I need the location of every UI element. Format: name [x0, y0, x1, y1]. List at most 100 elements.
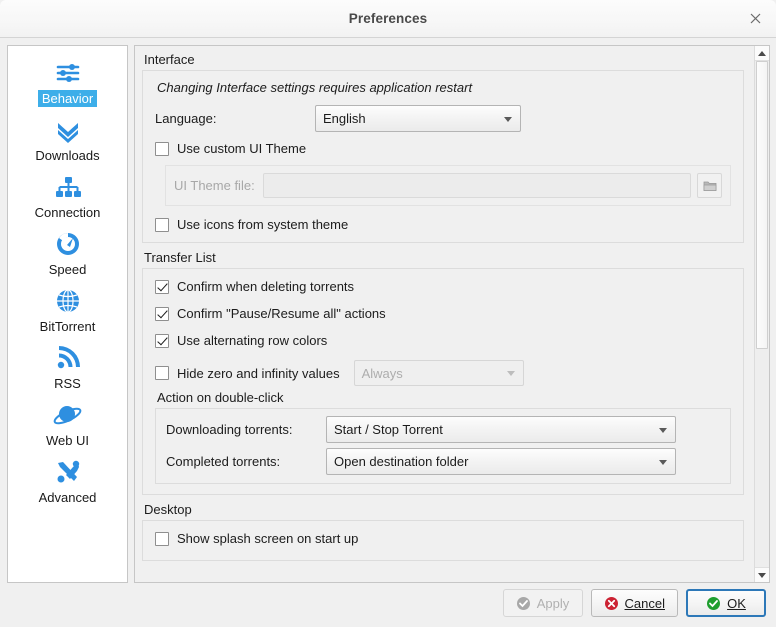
hide-zero-selected-value: Always	[361, 365, 403, 381]
sidebar-item-label: Web UI	[45, 433, 90, 448]
use-system-icons-checkbox[interactable]: Use icons from system theme	[155, 217, 731, 232]
use-custom-theme-checkbox[interactable]: Use custom UI Theme	[155, 141, 731, 156]
transfer-list-group: Transfer List Confirm when deleting torr…	[142, 250, 744, 495]
ok-label: OK	[727, 595, 746, 611]
preferences-dialog: Preferences Behavior Downloads Connectio…	[0, 0, 776, 627]
hide-zero-checkbox[interactable]: Hide zero and infinity values	[155, 366, 340, 381]
completed-torrents-label: Completed torrents:	[166, 454, 281, 469]
checkbox-box	[155, 366, 169, 380]
close-glyph	[750, 13, 760, 24]
hide-zero-row: Hide zero and infinity values Always	[155, 360, 731, 386]
desktop-group-box: Show splash screen on start up	[142, 520, 744, 561]
sidebar-item-downloads[interactable]: Downloads	[8, 111, 127, 168]
scroll-up-glyph	[758, 50, 766, 56]
checkbox-box	[155, 217, 169, 232]
alternating-row-colors-checkbox[interactable]: Use alternating row colors	[155, 333, 731, 348]
apply-button[interactable]: Apply	[502, 589, 583, 617]
check-circle-green-icon	[706, 596, 721, 611]
check-circle-grey-icon	[516, 596, 531, 611]
scrollbar-track[interactable]	[755, 61, 769, 567]
desktop-group-title: Desktop	[144, 502, 192, 517]
chevron-down-icon	[659, 427, 667, 433]
sidebar-item-web-ui[interactable]: Web UI	[8, 396, 127, 453]
sidebar-item-label: Behavior	[37, 90, 98, 107]
sidebar-item-label: Downloads	[35, 148, 100, 163]
chevron-down-icon	[506, 371, 515, 376]
network-tree-icon	[51, 170, 85, 203]
settings-sidebar: Behavior Downloads Connection Speed BitT…	[7, 45, 128, 583]
confirm-pause-resume-checkbox[interactable]: Confirm "Pause/Resume all" actions	[155, 306, 731, 321]
restart-note: Changing Interface settings requires app…	[157, 80, 473, 95]
interface-group: Interface Changing Interface settings re…	[142, 52, 744, 243]
language-label: Language:	[155, 111, 217, 126]
completed-torrents-row: Completed torrents: Open destination fol…	[166, 448, 720, 475]
planet-icon	[51, 398, 85, 431]
double-chevron-down-icon	[51, 113, 85, 146]
downloading-torrents-row: Downloading torrents: Start / Stop Torre…	[166, 416, 720, 443]
title-bar: Preferences	[0, 0, 776, 38]
language-selected-value: English	[323, 111, 366, 126]
sidebar-item-speed[interactable]: Speed	[8, 225, 127, 282]
completed-torrents-select[interactable]: Open destination folder	[326, 448, 676, 475]
hide-zero-select[interactable]: Always	[353, 360, 524, 386]
downloading-torrents-select[interactable]: Start / Stop Torrent	[326, 416, 676, 443]
dialog-body: Behavior Downloads Connection Speed BitT…	[0, 38, 776, 583]
sidebar-item-label: Speed	[48, 262, 87, 277]
interface-group-title: Interface	[144, 52, 195, 67]
ui-theme-file-label: UI Theme file:	[174, 178, 255, 193]
ok-button[interactable]: OK	[686, 589, 766, 617]
alternating-row-colors-label: Use alternating row colors	[177, 333, 328, 348]
scroll-down-glyph	[758, 572, 766, 578]
sidebar-item-label: RSS	[54, 376, 81, 391]
downloading-torrents-selected-value: Start / Stop Torrent	[334, 422, 443, 437]
scroll-up-icon[interactable]	[755, 46, 769, 61]
x-circle-red-icon	[604, 596, 619, 611]
desktop-group: Desktop Show splash screen on start up	[142, 502, 744, 561]
double-click-title: Action on double-click	[157, 390, 284, 405]
hide-zero-label: Hide zero and infinity values	[177, 365, 340, 381]
ui-theme-file-input[interactable]	[262, 173, 691, 198]
close-icon[interactable]	[744, 8, 766, 30]
folder-icon[interactable]	[697, 173, 722, 198]
transfer-list-group-title: Transfer List	[144, 250, 216, 265]
tools-icon	[51, 455, 85, 488]
ui-theme-file-row: UI Theme file:	[165, 165, 731, 206]
interface-group-box: Changing Interface settings requires app…	[142, 70, 744, 243]
apply-label: Apply	[536, 595, 570, 611]
scrollbar-thumb[interactable]	[756, 61, 768, 350]
confirm-delete-checkbox[interactable]: Confirm when deleting torrents	[155, 279, 731, 294]
checkbox-box	[155, 306, 169, 321]
show-splash-label: Show splash screen on start up	[177, 531, 359, 546]
speedometer-icon	[51, 227, 85, 260]
scroll-down-icon[interactable]	[755, 567, 769, 582]
sliders-icon	[51, 56, 85, 89]
settings-scroll-area: Interface Changing Interface settings re…	[135, 46, 754, 582]
language-row: Language: English	[155, 105, 731, 132]
folder-glyph	[703, 181, 716, 191]
page-title: Preferences	[348, 11, 428, 26]
chevron-down-icon	[504, 116, 512, 122]
sidebar-item-label: BitTorrent	[39, 319, 96, 334]
cancel-button[interactable]: Cancel	[590, 589, 678, 617]
use-system-icons-label: Use icons from system theme	[177, 217, 349, 232]
sidebar-item-connection[interactable]: Connection	[8, 168, 127, 225]
downloading-torrents-label: Downloading torrents:	[166, 422, 293, 437]
globe-icon	[51, 284, 85, 317]
checkbox-box	[155, 141, 169, 156]
transfer-list-group-box: Confirm when deleting torrents Confirm "…	[142, 268, 744, 495]
sidebar-item-advanced[interactable]: Advanced	[8, 453, 127, 510]
show-splash-checkbox[interactable]: Show splash screen on start up	[155, 531, 731, 546]
sidebar-item-rss[interactable]: RSS	[8, 339, 127, 396]
vertical-scrollbar[interactable]	[754, 46, 769, 582]
use-custom-theme-label: Use custom UI Theme	[177, 141, 307, 156]
confirm-delete-label: Confirm when deleting torrents	[177, 279, 355, 294]
language-select[interactable]: English	[315, 105, 521, 132]
sidebar-item-bittorrent[interactable]: BitTorrent	[8, 282, 127, 339]
dialog-buttons: Apply Cancel OK	[0, 583, 776, 627]
sidebar-item-label: Connection	[34, 205, 101, 220]
double-click-box: Downloading torrents: Start / Stop Torre…	[155, 408, 731, 484]
sidebar-item-behavior[interactable]: Behavior	[8, 54, 127, 111]
checkbox-box	[155, 333, 169, 348]
chevron-down-icon	[659, 459, 667, 465]
cancel-label: Cancel	[624, 595, 665, 611]
